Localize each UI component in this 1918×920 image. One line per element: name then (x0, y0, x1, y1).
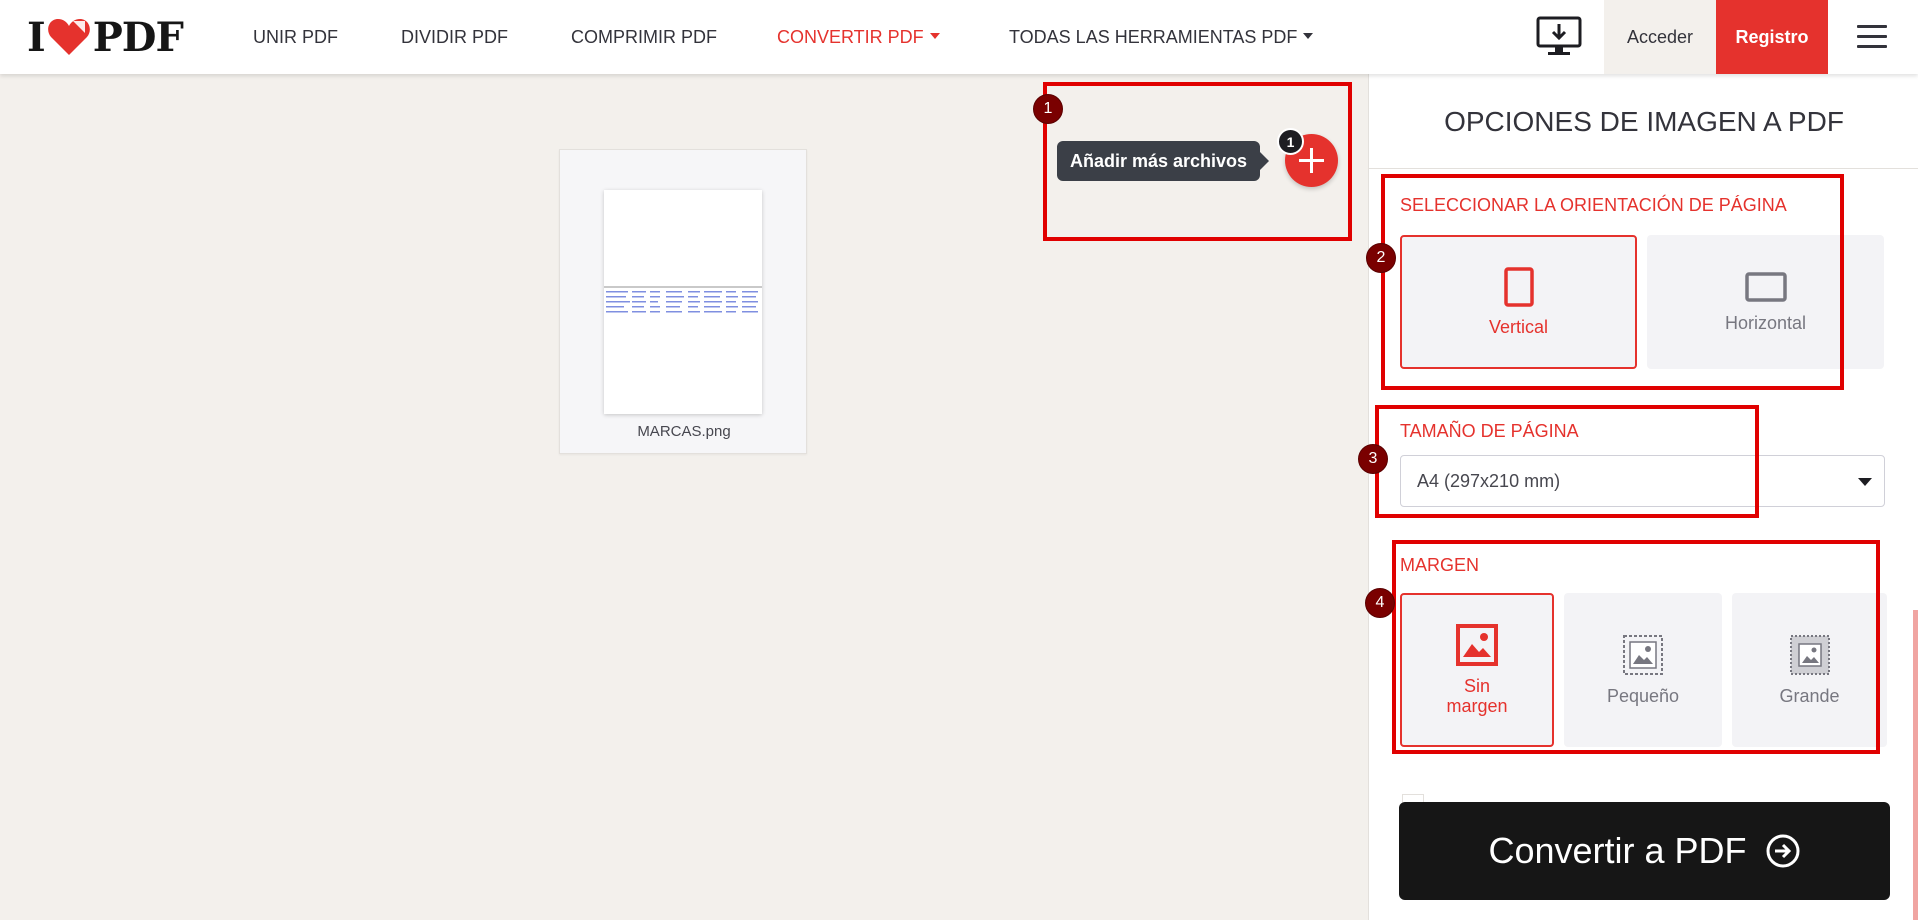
top-header: I PDF UNIR PDF DIVIDIR PDF COMPRIMIR PDF… (0, 0, 1918, 74)
caret-down-icon (1303, 32, 1314, 39)
highlight-box-1 (1043, 82, 1352, 241)
file-card[interactable]: MARCAS.png (559, 149, 807, 454)
convert-label: Convertir a PDF (1488, 830, 1747, 871)
nav-todas-herramientas[interactable]: TODAS LAS HERRAMIENTAS PDF (1009, 0, 1314, 74)
nav-unir-pdf[interactable]: UNIR PDF (253, 0, 338, 74)
annotation-badge-1: 1 (1033, 94, 1063, 124)
login-button[interactable]: Acceder (1604, 0, 1716, 74)
divider (1369, 168, 1918, 169)
nav-convertir-pdf[interactable]: CONVERTIR PDF (777, 0, 940, 74)
nav-dividir-pdf[interactable]: DIVIDIR PDF (401, 0, 508, 74)
highlight-box-3 (1375, 405, 1759, 518)
logo-text-i: I (27, 13, 46, 61)
ilovepdf-logo[interactable]: I PDF (27, 14, 184, 61)
nav-label: TODAS LAS HERRAMIENTAS PDF (1009, 26, 1298, 47)
annotation-badge-4: 4 (1365, 588, 1395, 618)
hamburger-menu-icon[interactable] (1857, 25, 1887, 49)
dropdown-arrow-icon (1858, 478, 1872, 486)
nav-label: COMPRIMIR PDF (571, 26, 717, 47)
thumbnail-table-preview (604, 286, 762, 313)
nav-label: UNIR PDF (253, 26, 338, 47)
annotation-badge-2: 2 (1366, 243, 1396, 273)
scrollbar-thumb[interactable] (1913, 610, 1918, 920)
nav-comprimir-pdf[interactable]: COMPRIMIR PDF (571, 0, 717, 74)
nav-label: CONVERTIR PDF (777, 26, 924, 47)
arrow-right-circle-icon (1766, 834, 1800, 868)
highlight-box-2 (1381, 174, 1844, 390)
register-button[interactable]: Registro (1716, 0, 1828, 74)
file-thumbnail (604, 190, 762, 414)
annotation-badge-3: 3 (1358, 444, 1388, 474)
nav-label: DIVIDIR PDF (401, 26, 509, 47)
file-name: MARCAS.png (637, 423, 731, 440)
sidebar-title: OPCIONES DE IMAGEN A PDF (1444, 106, 1844, 137)
logo-text-pdf: PDF (92, 13, 184, 61)
caret-down-icon (929, 32, 940, 39)
convert-to-pdf-button[interactable]: Convertir a PDF (1399, 802, 1890, 900)
desktop-download-icon[interactable] (1536, 16, 1582, 58)
highlight-box-4 (1392, 540, 1880, 754)
heart-logo-icon (47, 19, 90, 55)
